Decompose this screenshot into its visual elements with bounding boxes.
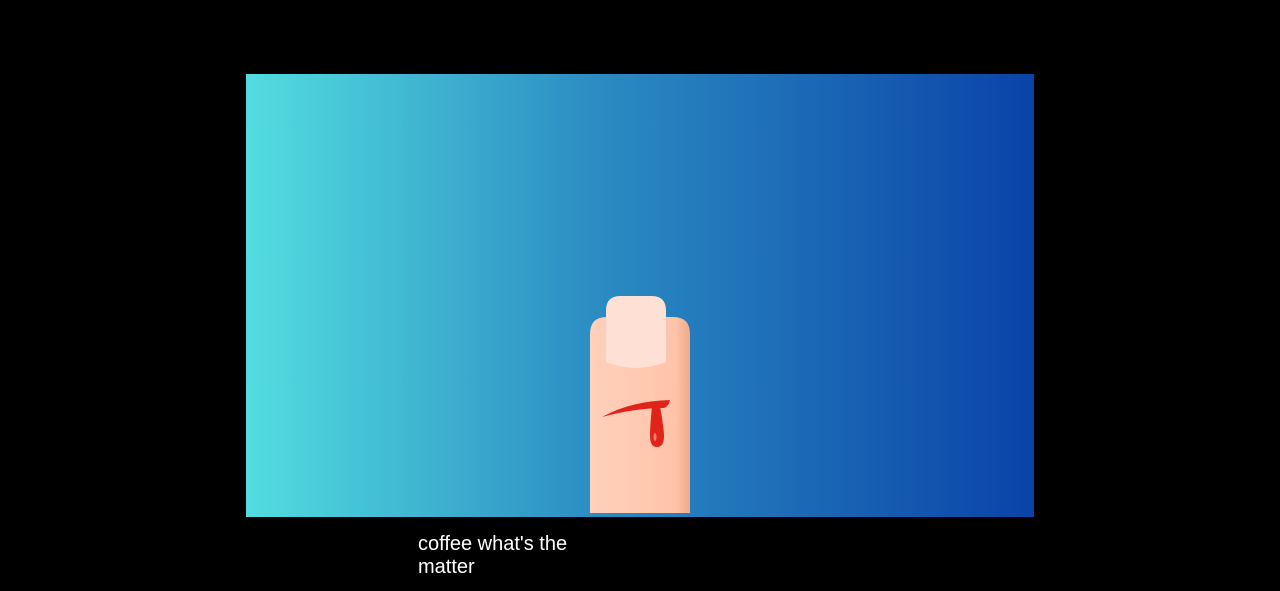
caption-line-2: matter [418,556,475,578]
video-scene [246,74,1034,517]
finger-illustration [590,296,690,513]
video-player[interactable]: coffee what's the matter [0,0,1280,591]
video-frame[interactable] [246,74,1034,517]
caption-line-1: coffee what's the [418,533,568,555]
blood-drop-highlight [653,433,657,441]
subtitle-caption: coffee what's the matter [418,533,598,579]
fingernail [606,296,666,368]
